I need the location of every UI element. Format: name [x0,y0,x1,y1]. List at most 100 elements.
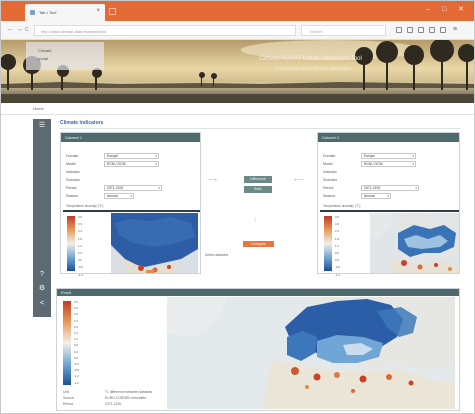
menu-icon[interactable]: ≡ [453,26,459,33]
result-panel: Result 3.6 3.2 2.8 2.4 2.0 1.6 1.2 0.8 0.4 0.0 -0.… [56,288,460,411]
logo-line2: portal [38,56,49,61]
ratio-option[interactable]: Ratio [244,186,272,193]
legend-value: 1.2 [78,243,82,248]
back-icon[interactable]: ← [7,26,14,33]
right-panel-title: Dataset 2 [322,135,340,140]
legend-values: 3.6 3.0 2.4 1.8 1.2 0.6 0.0 -0.6 -1.2 [78,214,83,279]
color-legend [324,216,332,271]
url-input[interactable]: http://www.climate-data.example/tool [34,25,296,36]
chevron-down-icon: ▾ [158,186,160,190]
breadcrumb-home[interactable]: Home [33,106,44,111]
page-subtitle: Supporting local climate adaptation [275,66,353,72]
result-color-legend [63,301,71,385]
footer-label: Period [63,402,73,406]
model-select[interactable]: RCM / GCM ▾ [361,161,416,167]
tab-title: Tab • Tool [39,10,57,15]
map-caption: Temperature anomaly (°C) [66,204,104,208]
header-banner: Climate portal Climate-ADAPT Urban Adapt… [1,40,474,103]
footer-label: Source [63,396,74,400]
chevron-down-icon: ▾ [130,194,132,198]
right-panel-header: Dataset 2 [318,133,459,142]
chevron-down-icon: ▾ [412,162,414,166]
domain-select[interactable]: Europe ▾ [104,153,159,159]
tab-bar: Tab • Tool × – □ ✕ [1,1,474,21]
browser-tab[interactable]: Tab • Tool × [25,4,105,21]
field-label: Indicator [66,170,80,174]
season-select[interactable]: Annual ▾ [104,193,134,199]
search-input[interactable]: Search [301,25,386,36]
section-title: Climate indicators [60,120,104,126]
tool-sidebar: ☰ ? ⚙ < [33,119,51,317]
season-value: Annual [364,194,375,198]
legend-value: 1.8 [78,236,82,241]
new-tab-button[interactable] [109,8,116,15]
result-map[interactable] [167,297,455,409]
season-select[interactable]: Annual ▾ [361,193,391,199]
page-title: Climate-ADAPT Urban Adaptation Tool [259,56,362,62]
model-select[interactable]: RCM / GCM ▾ [104,161,159,167]
search-placeholder: Search [310,29,323,34]
help-icon[interactable]: ? [38,271,46,279]
reload-icon[interactable]: C [25,27,29,34]
legend-value: 0.0 [335,258,339,263]
legend-values: 3.6 3.0 2.4 1.8 1.2 0.6 0.0 -0.6 -1.2 [335,214,340,279]
right-map[interactable] [370,213,459,273]
settings-icon[interactable]: ⚙ [38,285,46,293]
reading-list-icon[interactable] [407,27,413,33]
close-window-button[interactable]: ✕ [458,6,464,13]
download-icon[interactable] [418,27,424,33]
field-label: Indicator [323,170,337,174]
legend-value: -0.6 [335,265,340,270]
footer-value: 2071-2100 [105,402,122,406]
address-bar: ← → C http://www.climate-data.example/to… [1,21,474,40]
legend-value: 3.6 [78,215,82,219]
favicon-icon [30,10,35,15]
period-value: 2071-2100 [107,186,124,190]
map-divider [63,210,200,212]
field-label: Domain [66,154,79,158]
section-divider [60,128,460,129]
left-map[interactable] [111,213,198,273]
color-legend [67,216,75,271]
legend-value: 3.0 [78,222,82,227]
breadcrumb: Home [1,103,474,115]
forward-icon[interactable]: → [16,26,23,33]
legend-value: 1.8 [335,236,339,241]
legend-value: -1.2 [335,272,340,277]
home-icon[interactable] [429,27,435,33]
domain-value: Europe [107,154,118,158]
menu-icon[interactable]: ☰ [38,122,46,130]
arrow-left-icon: ⟵ [294,177,305,184]
minimize-button[interactable]: – [426,6,430,13]
tab-close-icon[interactable]: × [96,8,100,14]
logo[interactable]: Climate portal [26,42,104,70]
browser-window: Tab • Tool × – □ ✕ ← → C http://www.clim… [0,0,475,414]
legend-value: 0.6 [78,251,82,256]
period-select[interactable]: 2071-2100 ▾ [361,185,419,191]
maximize-button[interactable]: □ [442,6,446,13]
legend-value: 0.6 [335,251,339,256]
logo-line1: Climate [38,48,52,53]
left-panel-header: Dataset 1 [61,133,200,142]
chevron-down-icon: ▾ [412,154,414,158]
period-select[interactable]: 2071-2100 ▾ [104,185,162,191]
compare-note: Select datasets [205,253,229,257]
legend-value: 2.4 [78,229,82,234]
field-label: Season [323,194,336,198]
url-text: http://www.climate-data.example/tool [41,29,107,34]
share-icon[interactable]: < [38,300,46,308]
legend-value: -1.6 [74,380,79,385]
chevron-down-icon: ▾ [155,154,157,158]
arrow-right-icon: ⟶ [207,177,218,184]
result-panel-header: Result [57,289,459,296]
legend-value: 3.6 [335,215,339,219]
map-image [370,213,459,273]
right-dataset-panel: Dataset 2 Domain Europe ▾ Model RCM / GCM… [317,132,460,277]
bookmark-icon[interactable] [396,27,402,33]
sync-icon[interactable] [440,27,446,33]
domain-value: Europe [364,154,375,158]
difference-option[interactable]: Difference [244,176,272,183]
compare-button[interactable]: Compare [243,241,274,247]
map-divider [320,210,459,212]
domain-select[interactable]: Europe ▾ [361,153,416,159]
